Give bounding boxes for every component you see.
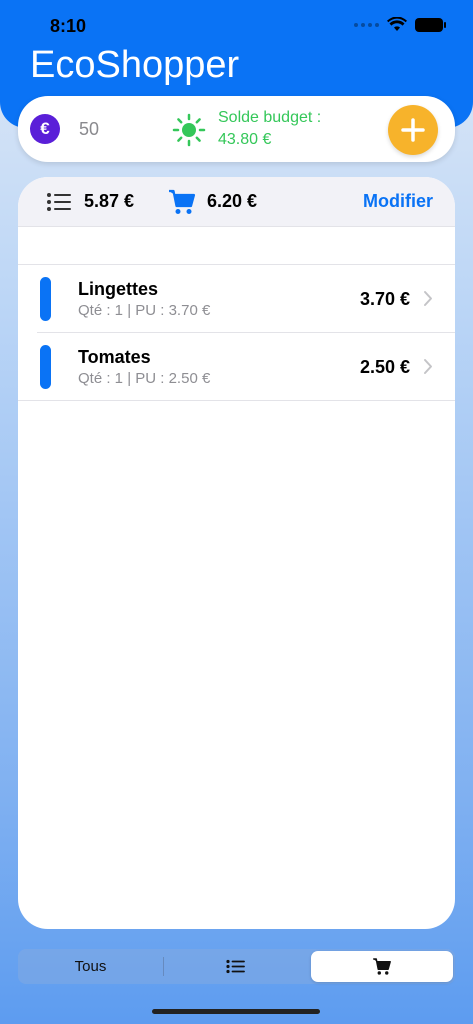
status-time: 8:10 (50, 16, 87, 36)
item-name: Lingettes (78, 279, 159, 299)
item-price: 3.70 € (359, 289, 410, 309)
list-icon (47, 193, 71, 211)
plus-icon (401, 118, 425, 142)
list-item[interactable]: Tomates Qté : 1 | PU : 2.50 € 2.50 € (18, 333, 455, 401)
list-item[interactable]: Lingettes Qté : 1 | PU : 3.70 € 3.70 € (18, 265, 455, 333)
cart-total: 6.20 € (207, 191, 258, 211)
battery-icon (415, 17, 446, 32)
cart-icon (373, 958, 391, 975)
segment-cart[interactable] (311, 951, 453, 982)
item-color-bar (40, 345, 51, 389)
filter-segmented-control: Tous (18, 949, 455, 984)
add-button[interactable] (388, 105, 438, 155)
totals-bar: 5.87 € 6.20 € Modifier (18, 177, 455, 227)
list-total: 5.87 € (84, 191, 135, 211)
cellular-signal-icon (354, 22, 379, 27)
empty-row (18, 227, 455, 265)
status-icons (354, 17, 446, 32)
euro-icon: € (30, 114, 60, 144)
wifi-icon (387, 17, 407, 31)
shopping-list-card: 5.87 € 6.20 € Modifier Lingettes Qté : 1… (18, 177, 455, 929)
item-detail: Qté : 1 | PU : 2.50 € (78, 370, 211, 387)
item-name: Tomates (78, 347, 151, 367)
segment-list[interactable] (163, 949, 308, 984)
chevron-right-icon (424, 359, 432, 374)
item-price: 2.50 € (359, 357, 410, 377)
home-indicator (152, 1009, 320, 1014)
solde-label: Solde budget : (218, 109, 322, 126)
solde-value: 43.80 € (218, 131, 272, 148)
app-title: EcoShopper (30, 44, 240, 86)
budget-card: € 50 Solde budget : 43.80 € (18, 96, 455, 162)
segment-all[interactable]: Tous (18, 949, 163, 984)
sun-icon (172, 113, 206, 147)
item-color-bar (40, 277, 51, 321)
row-divider (18, 400, 455, 401)
modify-button[interactable]: Modifier (363, 191, 433, 212)
cart-icon (169, 189, 196, 214)
list-icon (226, 959, 245, 974)
chevron-right-icon (424, 291, 432, 306)
item-detail: Qté : 1 | PU : 3.70 € (78, 302, 211, 319)
budget-value[interactable]: 50 (79, 119, 99, 140)
